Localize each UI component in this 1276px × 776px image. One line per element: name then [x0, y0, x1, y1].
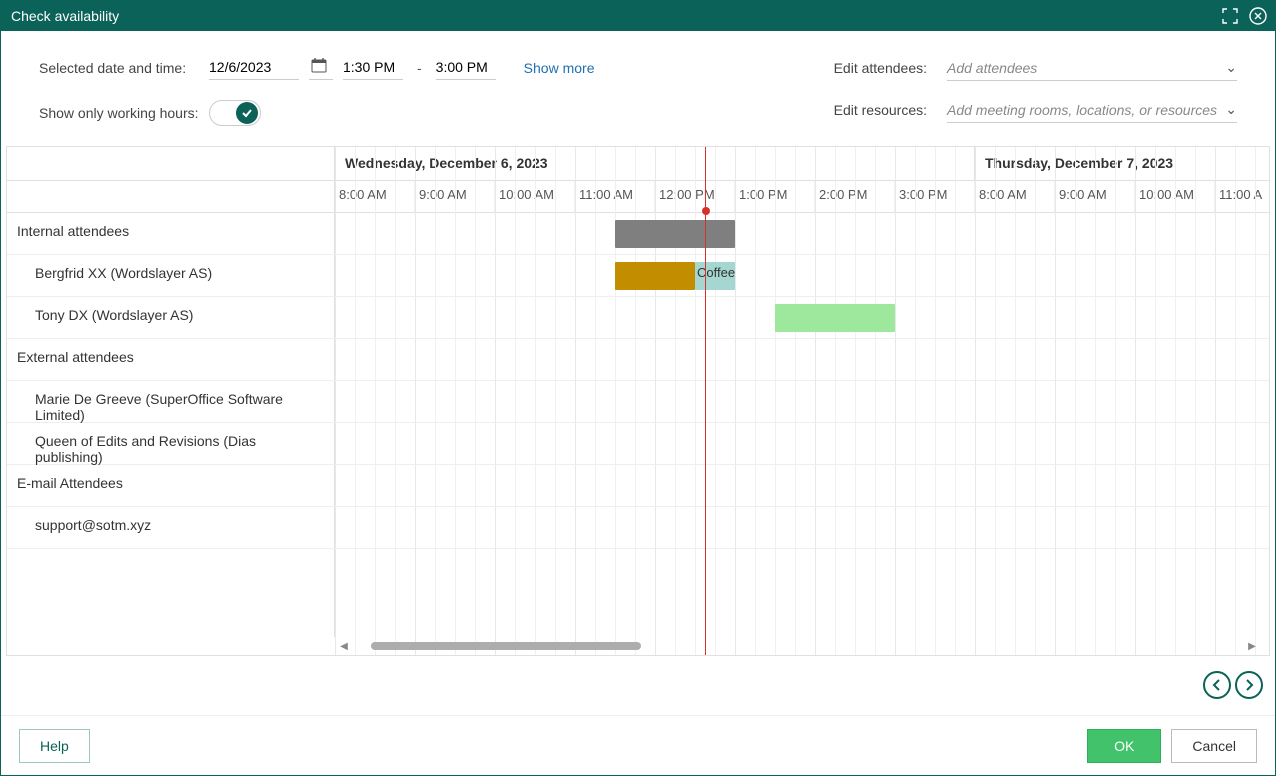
- busy-block: [615, 262, 695, 290]
- window-title: Check availability: [11, 8, 119, 24]
- current-time-marker-icon: [702, 207, 710, 215]
- date-input[interactable]: [209, 55, 299, 80]
- attendee-row: Tony DX (Wordslayer AS): [7, 297, 335, 338]
- expand-icon[interactable]: [1219, 5, 1241, 27]
- chevron-down-icon: ⌄: [1225, 59, 1237, 76]
- attendee-row: Marie De Greeve (SuperOffice Software Li…: [7, 381, 335, 422]
- scroll-thumb[interactable]: [371, 642, 641, 650]
- cancel-button[interactable]: Cancel: [1171, 729, 1257, 763]
- time-separator: -: [413, 60, 426, 76]
- calendar-icon[interactable]: [309, 55, 333, 80]
- attendee-row: Queen of Edits and Revisions (Dias publi…: [7, 423, 335, 464]
- hour-cell: 8:00 AM: [975, 181, 1055, 212]
- help-button[interactable]: Help: [19, 729, 90, 763]
- group-external-attendees: External attendees: [7, 339, 335, 380]
- busy-block-coffee: Coffee: [695, 262, 735, 290]
- close-icon[interactable]: [1247, 5, 1269, 27]
- hour-cell: 2:00 PM: [815, 181, 895, 212]
- hour-cell: 10:00 AM: [1135, 181, 1215, 212]
- group-internal-attendees: Internal attendees: [7, 213, 335, 254]
- selected-datetime-label: Selected date and time:: [39, 60, 199, 76]
- hour-cell: 1:00 PM: [735, 181, 815, 212]
- hour-cell: 11:00 AM: [575, 181, 655, 212]
- selected-slot-block[interactable]: [775, 304, 895, 332]
- prev-day-button[interactable]: [1203, 671, 1231, 699]
- edit-resources-label: Edit resources:: [807, 102, 927, 118]
- toggle-knob-check-icon: [236, 102, 258, 124]
- show-more-link[interactable]: Show more: [524, 60, 595, 76]
- hour-cell: 12:00 PM: [655, 181, 735, 212]
- chevron-down-icon: ⌄: [1225, 101, 1237, 118]
- working-hours-toggle[interactable]: [209, 100, 261, 126]
- attendee-row: support@sotm.xyz: [7, 507, 335, 548]
- hour-cell: 11:00 A: [1215, 181, 1270, 212]
- attendees-combo[interactable]: Add attendees ⌄: [947, 55, 1237, 81]
- hour-cell: 10:00 AM: [495, 181, 575, 212]
- hour-cell: 9:00 AM: [1055, 181, 1135, 212]
- working-hours-label: Show only working hours:: [39, 105, 199, 121]
- resources-combo[interactable]: Add meeting rooms, locations, or resourc…: [947, 97, 1237, 123]
- ok-button[interactable]: OK: [1087, 729, 1161, 763]
- day-header-1: Wednesday, December 6, 2023: [335, 147, 975, 180]
- start-time-input[interactable]: [343, 55, 403, 80]
- controls-section: Selected date and time: - Show more Show…: [1, 31, 1275, 136]
- hour-cell: 3:00 PM: [895, 181, 975, 212]
- attendee-row: Bergfrid XX (Wordslayer AS): [7, 255, 335, 296]
- end-time-input[interactable]: [436, 55, 496, 80]
- resources-placeholder: Add meeting rooms, locations, or resourc…: [947, 102, 1217, 118]
- titlebar: Check availability: [1, 1, 1275, 31]
- current-time-line: [705, 147, 706, 655]
- hour-cell: 8:00 AM: [335, 181, 415, 212]
- group-email-attendees: E-mail Attendees: [7, 465, 335, 506]
- horizontal-scrollbar[interactable]: ◀ ▶: [337, 639, 1259, 653]
- edit-attendees-label: Edit attendees:: [807, 60, 927, 76]
- hour-cell: 9:00 AM: [415, 181, 495, 212]
- availability-grid: Wednesday, December 6, 2023 Thursday, De…: [6, 146, 1270, 656]
- scroll-left-icon[interactable]: ◀: [337, 641, 351, 652]
- day-header-2: Thursday, December 7, 2023: [975, 147, 1270, 180]
- next-day-button[interactable]: [1235, 671, 1263, 699]
- attendees-placeholder: Add attendees: [947, 60, 1037, 76]
- busy-block: [615, 220, 735, 248]
- dialog-footer: Help OK Cancel: [1, 715, 1275, 775]
- scroll-right-icon[interactable]: ▶: [1245, 641, 1259, 652]
